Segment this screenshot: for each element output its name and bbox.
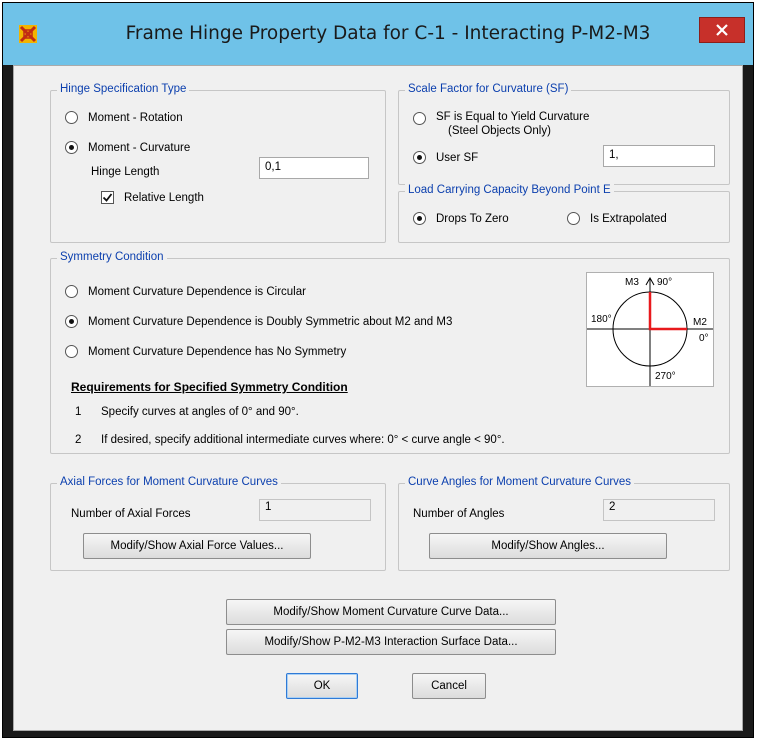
radio-moment-curvature[interactable]: Moment - Curvature bbox=[65, 141, 190, 154]
radio-symmetry-none[interactable]: Moment Curvature Dependence has No Symme… bbox=[65, 345, 346, 358]
radio-symmetry-doubly[interactable]: Moment Curvature Dependence is Doubly Sy… bbox=[65, 315, 452, 328]
deg180-label: 180° bbox=[591, 314, 612, 325]
checkmark-icon bbox=[102, 193, 113, 202]
radio-label: Moment - Curvature bbox=[88, 141, 191, 154]
radio-label: Is Extrapolated bbox=[590, 212, 667, 225]
radio-label: Moment Curvature Dependence has No Symme… bbox=[88, 345, 347, 358]
title-bar[interactable]: Frame Hinge Property Data for C-1 - Inte… bbox=[3, 3, 753, 65]
hinge-length-label: Hinge Length bbox=[91, 166, 160, 178]
radio-label: Drops To Zero bbox=[436, 212, 509, 225]
radio-indicator bbox=[413, 112, 426, 125]
scale-factor-group: Scale Factor for Curvature (SF) SF is Eq… bbox=[398, 83, 730, 185]
modify-curve-data-button[interactable]: Modify/Show Moment Curvature Curve Data.… bbox=[226, 599, 556, 625]
checkbox-indicator bbox=[101, 191, 114, 204]
radio-indicator bbox=[413, 212, 426, 225]
radio-indicator bbox=[567, 212, 580, 225]
deg270-label: 270° bbox=[655, 371, 676, 382]
hinge-spec-group: Hinge Specification Type Moment - Rotati… bbox=[50, 83, 386, 243]
axial-count-label: Number of Axial Forces bbox=[71, 508, 191, 520]
hinge-length-input[interactable]: 0,1 bbox=[259, 157, 369, 179]
angles-count-field: 2 bbox=[603, 499, 715, 521]
close-icon bbox=[716, 24, 728, 36]
scale-factor-label: Scale Factor for Curvature (SF) bbox=[405, 83, 572, 95]
modify-interaction-surface-button[interactable]: Modify/Show P-M2-M3 Interaction Surface … bbox=[226, 629, 556, 655]
radio-label: SF is Equal to Yield Curvature (Steel Ob… bbox=[436, 111, 589, 137]
dialog-client: Hinge Specification Type Moment - Rotati… bbox=[13, 65, 743, 731]
radio-moment-rotation[interactable]: Moment - Rotation bbox=[65, 111, 183, 124]
axial-count-field: 1 bbox=[259, 499, 371, 521]
requirements-title: Requirements for Specified Symmetry Cond… bbox=[71, 380, 348, 394]
dialog-window: Frame Hinge Property Data for C-1 - Inte… bbox=[2, 2, 754, 738]
deg90-label: 90° bbox=[657, 277, 672, 288]
ok-button[interactable]: OK bbox=[286, 673, 358, 699]
modify-angles-button[interactable]: Modify/Show Angles... bbox=[429, 533, 667, 559]
radio-label-line1: SF is Equal to Yield Curvature bbox=[436, 111, 590, 123]
radio-indicator bbox=[65, 345, 78, 358]
modify-axial-forces-button[interactable]: Modify/Show Axial Force Values... bbox=[83, 533, 311, 559]
radio-label: Moment - Rotation bbox=[88, 111, 183, 124]
radio-indicator bbox=[65, 315, 78, 328]
relative-length-checkbox[interactable]: Relative Length bbox=[101, 191, 204, 204]
radio-user-sf[interactable]: User SF bbox=[413, 151, 478, 164]
radio-drops-to-zero[interactable]: Drops To Zero bbox=[413, 212, 509, 225]
m2-label: M2 bbox=[693, 317, 707, 328]
radio-indicator bbox=[65, 285, 78, 298]
radio-label-line2: (Steel Objects Only) bbox=[448, 125, 551, 137]
checkbox-label: Relative Length bbox=[124, 191, 204, 204]
angle-diagram: M3 90° 180° M2 0° 270° bbox=[587, 276, 713, 386]
radio-indicator bbox=[65, 141, 78, 154]
symmetry-label: Symmetry Condition bbox=[57, 251, 167, 263]
close-button[interactable] bbox=[699, 17, 745, 43]
curve-angles-group: Curve Angles for Moment Curvature Curves… bbox=[398, 476, 730, 571]
requirement-1-text: Specify curves at angles of 0° and 90°. bbox=[101, 406, 299, 418]
hinge-spec-label: Hinge Specification Type bbox=[57, 83, 190, 95]
cancel-button[interactable]: Cancel bbox=[412, 673, 486, 699]
load-capacity-label: Load Carrying Capacity Beyond Point E bbox=[405, 184, 614, 196]
requirement-1-number: 1 bbox=[75, 406, 82, 418]
symmetry-diagram: M3 90° 180° M2 0° 270° bbox=[586, 272, 714, 387]
axial-forces-group: Axial Forces for Moment Curvature Curves… bbox=[50, 476, 386, 571]
angles-count-label: Number of Angles bbox=[413, 508, 505, 520]
radio-symmetry-circular[interactable]: Moment Curvature Dependence is Circular bbox=[65, 285, 306, 298]
user-sf-input[interactable]: 1, bbox=[603, 145, 715, 167]
window-title: Frame Hinge Property Data for C-1 - Inte… bbox=[125, 23, 651, 44]
radio-is-extrapolated[interactable]: Is Extrapolated bbox=[567, 212, 667, 225]
radio-label: Moment Curvature Dependence is Circular bbox=[88, 285, 306, 298]
radio-label: User SF bbox=[436, 151, 479, 164]
highlight-quadrant bbox=[648, 292, 687, 331]
requirement-2-text: If desired, specify additional intermedi… bbox=[101, 434, 505, 446]
axial-forces-label: Axial Forces for Moment Curvature Curves bbox=[57, 476, 281, 488]
load-capacity-group: Load Carrying Capacity Beyond Point E Dr… bbox=[398, 184, 730, 243]
radio-indicator bbox=[65, 111, 78, 124]
radio-indicator bbox=[413, 151, 426, 164]
curve-angles-label: Curve Angles for Moment Curvature Curves bbox=[405, 476, 635, 488]
radio-label: Moment Curvature Dependence is Doubly Sy… bbox=[88, 315, 453, 328]
radio-sf-yield[interactable]: SF is Equal to Yield Curvature (Steel Ob… bbox=[413, 111, 589, 137]
m3-label: M3 bbox=[625, 277, 639, 288]
deg0-label: 0° bbox=[699, 333, 709, 344]
requirement-2-number: 2 bbox=[75, 434, 82, 446]
